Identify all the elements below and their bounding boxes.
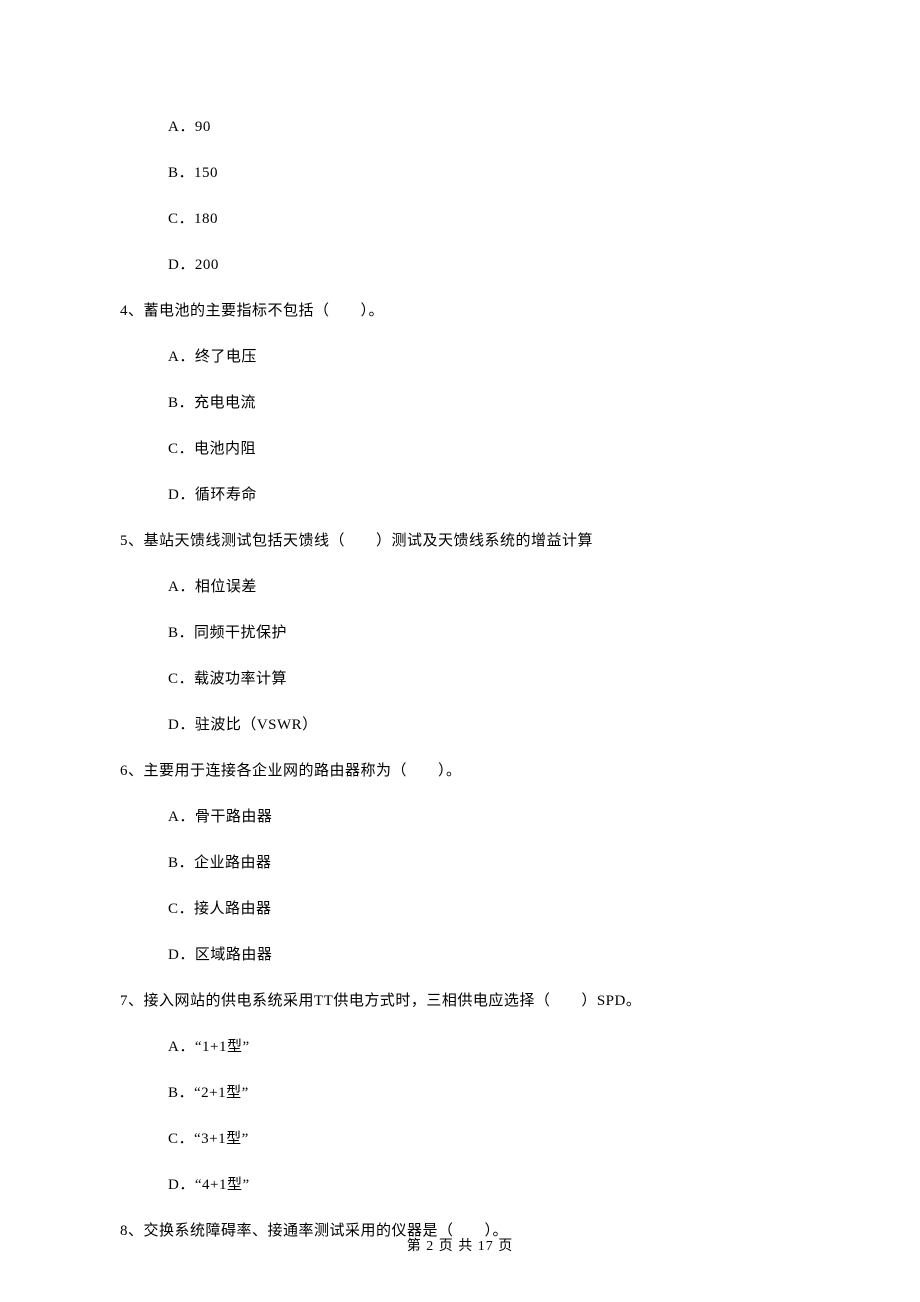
option-c: C．180 (168, 207, 800, 231)
option-b: B．150 (168, 161, 800, 185)
q5-option-b: B．同频干扰保护 (168, 621, 800, 645)
q6-option-d: D．区域路由器 (168, 943, 800, 967)
q7-option-b: B．“2+1型” (168, 1081, 800, 1105)
q5-option-a: A．相位误差 (168, 575, 800, 599)
question-4: 4、蓄电池的主要指标不包括（ ）。 (120, 299, 800, 323)
page-footer: 第 2 页 共 17 页 (0, 1236, 920, 1258)
q7-option-c: C．“3+1型” (168, 1127, 800, 1151)
q4-option-a: A．终了电压 (168, 345, 800, 369)
q4-option-c: C．电池内阻 (168, 437, 800, 461)
q6-option-c: C．接人路由器 (168, 897, 800, 921)
q6-option-a: A．骨干路由器 (168, 805, 800, 829)
q7-option-d: D．“4+1型” (168, 1173, 800, 1197)
q4-option-b: B．充电电流 (168, 391, 800, 415)
q7-option-a: A．“1+1型” (168, 1035, 800, 1059)
page-content: A．90 B．150 C．180 D．200 4、蓄电池的主要指标不包括（ ）。… (0, 0, 920, 1243)
q4-option-d: D．循环寿命 (168, 483, 800, 507)
option-d: D．200 (168, 253, 800, 277)
q6-option-b: B．企业路由器 (168, 851, 800, 875)
q5-option-d: D．驻波比（VSWR） (168, 713, 800, 737)
q5-option-c: C．载波功率计算 (168, 667, 800, 691)
question-7: 7、接入网站的供电系统采用TT供电方式时，三相供电应选择（ ）SPD。 (120, 989, 800, 1013)
question-5: 5、基站天馈线测试包括天馈线（ ）测试及天馈线系统的增益计算 (120, 529, 800, 553)
question-6: 6、主要用于连接各企业网的路由器称为（ ）。 (120, 759, 800, 783)
option-a: A．90 (168, 115, 800, 139)
